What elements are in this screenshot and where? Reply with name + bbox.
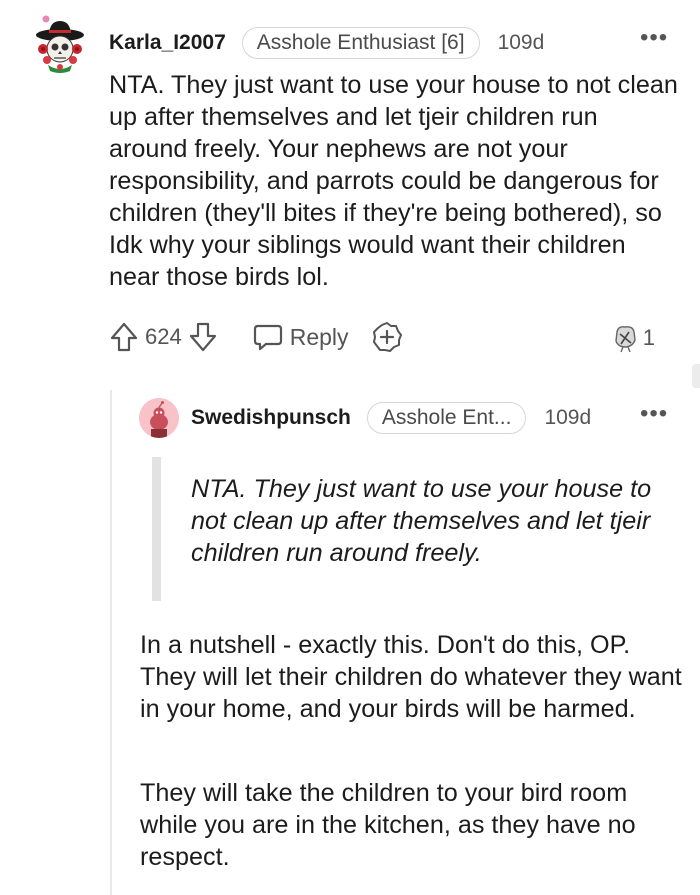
reply-paragraph: In a nutshell - exactly this. Don't do t… bbox=[140, 631, 682, 723]
reply-paragraph: They will take the children to your bird… bbox=[140, 779, 636, 871]
comment-header: Karla_I2007 Asshole Enthusiast [6] 109d bbox=[109, 26, 544, 60]
comment-username[interactable]: Karla_I2007 bbox=[109, 31, 226, 55]
add-award-icon[interactable] bbox=[371, 321, 402, 353]
scroll-edge-indicator bbox=[692, 364, 700, 388]
award-count-value: 1 bbox=[642, 325, 655, 350]
skull-sombrero-avatar-icon[interactable] bbox=[34, 15, 86, 73]
vote-score: 624 bbox=[145, 324, 182, 349]
award-count[interactable]: 1 bbox=[609, 322, 655, 354]
comment-actions: 624 Reply 1 bbox=[109, 318, 669, 356]
reply-more-options-button[interactable]: ••• bbox=[640, 402, 668, 426]
reply-header: Swedishpunsch Asshole Ent... 109d bbox=[191, 400, 591, 436]
comment-thread: Karla_I2007 Asshole Enthusiast [6] 109d … bbox=[0, 0, 700, 895]
reply-age: 109d bbox=[544, 406, 592, 429]
quote-bar bbox=[152, 457, 161, 601]
upvote-arrow-icon[interactable] bbox=[109, 321, 139, 353]
reply-username[interactable]: Swedishpunsch bbox=[191, 406, 351, 430]
downvote-arrow-icon[interactable] bbox=[188, 321, 218, 353]
speech-bubble-icon bbox=[252, 321, 282, 353]
award-badge-icon bbox=[609, 322, 639, 354]
reply-label: Reply bbox=[289, 323, 349, 350]
thread-line[interactable] bbox=[110, 390, 112, 895]
more-options-button[interactable]: ••• bbox=[640, 26, 668, 50]
snoo-avatar-icon[interactable] bbox=[139, 398, 179, 438]
reply-button[interactable]: Reply bbox=[252, 321, 349, 353]
comment-age: 109d bbox=[497, 31, 545, 54]
comment-body: NTA. They just want to use your house to… bbox=[109, 71, 678, 291]
user-flair: Asshole Enthusiast [6] bbox=[241, 27, 480, 59]
quoted-text: NTA. They just want to use your house to… bbox=[191, 475, 652, 567]
reply-user-flair: Asshole Ent... bbox=[366, 402, 527, 434]
